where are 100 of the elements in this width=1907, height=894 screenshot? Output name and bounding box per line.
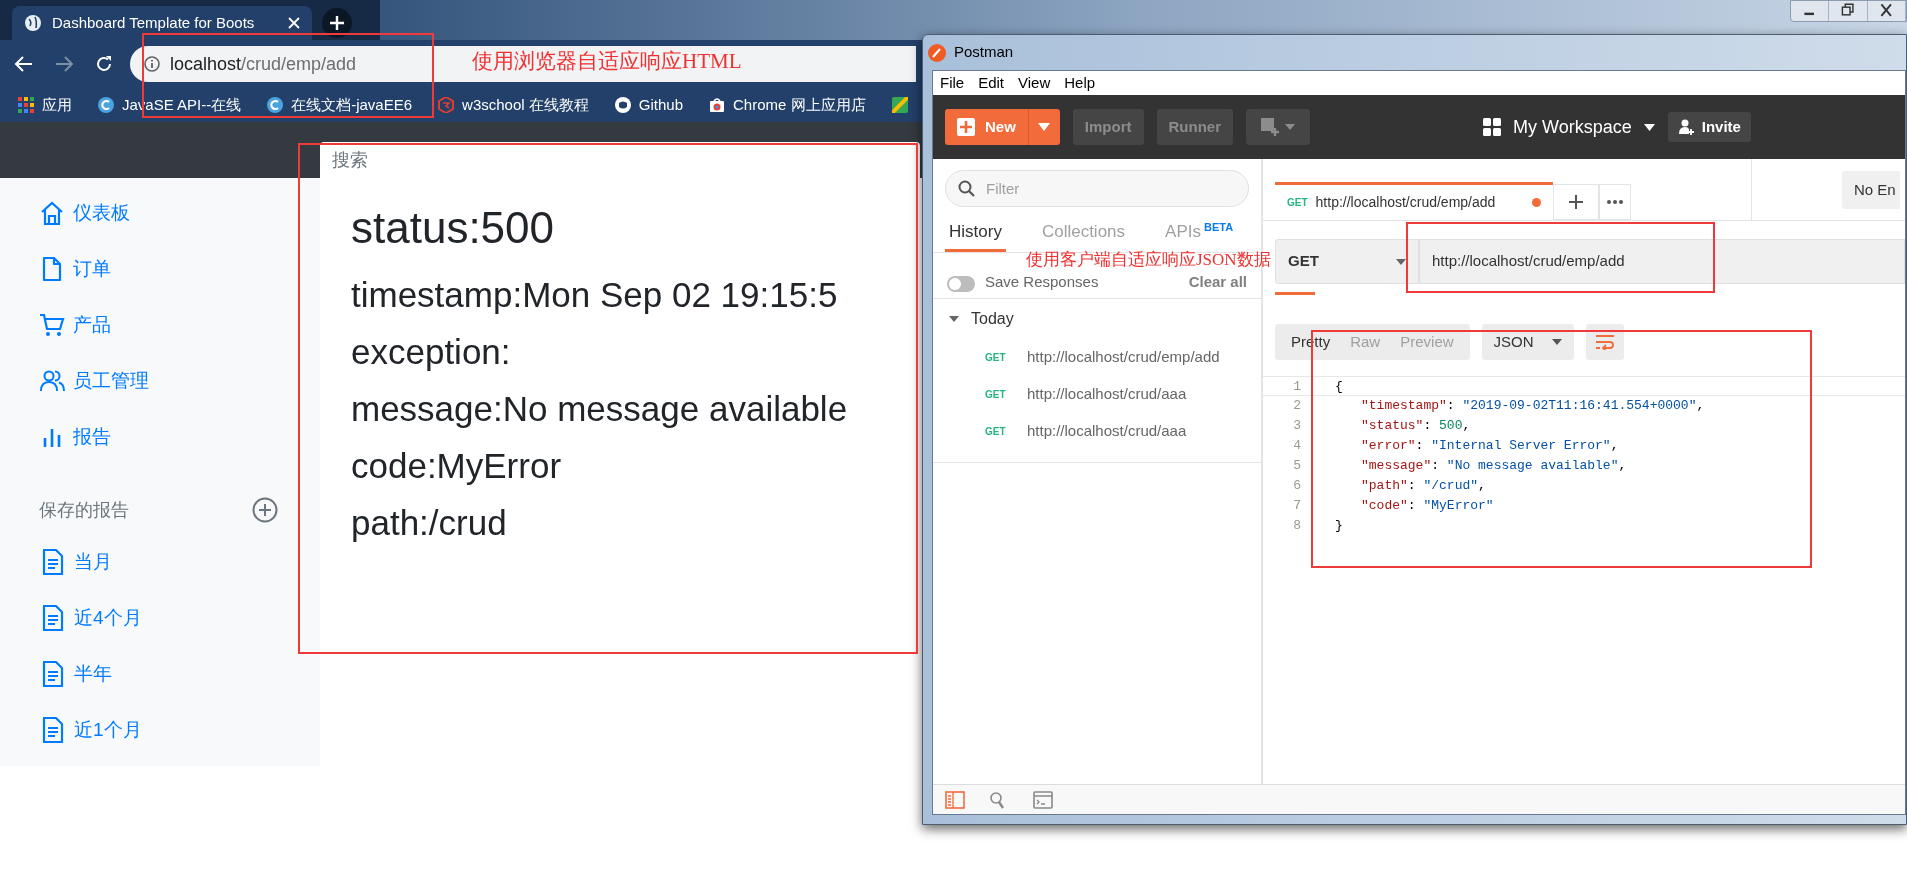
tab-title: Dashboard Template for Boots xyxy=(52,12,256,33)
search-field[interactable]: 搜索 xyxy=(320,142,920,178)
error-detail: exception: xyxy=(351,331,511,373)
window-title: Postman xyxy=(954,42,1014,63)
sidebar-link[interactable]: 近4个月 xyxy=(0,590,320,646)
menu-item[interactable]: View xyxy=(1018,71,1051,95)
console-icon[interactable] xyxy=(1033,790,1053,809)
sidebar-link[interactable]: 当月 xyxy=(0,534,320,590)
active-tab-indicator xyxy=(1275,292,1315,295)
method-dropdown[interactable]: GET xyxy=(1275,239,1419,284)
bookmark-link[interactable]: Chrome 网上应用店 xyxy=(709,93,866,117)
clear-all-link[interactable]: Clear all xyxy=(1188,270,1247,293)
new-tab-button[interactable] xyxy=(322,8,352,38)
menu-item[interactable]: File xyxy=(940,71,965,95)
bookmark-link[interactable]: 在线文档-javaEE6 xyxy=(267,93,413,117)
new-window-button[interactable] xyxy=(1246,109,1310,145)
code-line: "path": "/crud", xyxy=(1360,477,1486,495)
add-tab-button[interactable] xyxy=(1553,184,1599,220)
sidebar-link[interactable]: 半年 xyxy=(0,646,320,702)
toggle-label: Save Responses xyxy=(985,271,1099,292)
globe-icon xyxy=(24,14,42,32)
history-item[interactable]: GET http://localhost/crud/emp/add xyxy=(933,339,1261,376)
sidebar-tab[interactable]: APIs $^{BETA}$ xyxy=(1161,214,1238,252)
plus-square-icon xyxy=(957,118,975,136)
filter-field[interactable]: Filter xyxy=(945,170,1249,207)
people-icon xyxy=(39,368,65,394)
error-detail: message:No message available xyxy=(351,388,848,430)
apps-grid-icon xyxy=(18,97,34,113)
history-item[interactable]: GET http://localhost/crud/aaa xyxy=(933,413,1261,450)
postman-logo-icon xyxy=(928,43,946,62)
history-group-header[interactable]: Today xyxy=(933,299,1261,339)
caret-down-icon xyxy=(949,314,959,324)
line-number: 3 xyxy=(1292,417,1302,435)
section-heading: 保存的报告 xyxy=(39,498,129,522)
info-icon xyxy=(144,56,160,72)
c-logo-icon xyxy=(98,97,114,113)
sidebar-toggle-icon[interactable] xyxy=(945,790,965,809)
invite-button[interactable]: Invite xyxy=(1667,112,1751,142)
history-item[interactable]: GET http://localhost/crud/aaa xyxy=(933,376,1261,413)
line-number: 2 xyxy=(1292,397,1302,415)
menu-item[interactable]: Edit xyxy=(978,71,1005,95)
code-line: "code": "MyError" xyxy=(1360,497,1494,515)
more-icon xyxy=(1607,200,1623,204)
error-heading: status:500 xyxy=(351,202,555,254)
back-icon[interactable] xyxy=(14,54,34,74)
text-document-icon xyxy=(41,605,65,631)
menu-item[interactable]: Help xyxy=(1064,71,1096,95)
add-user-icon xyxy=(1677,119,1694,135)
workspace-switcher[interactable]: My Workspace xyxy=(1483,113,1655,141)
format-dropdown[interactable]: JSON xyxy=(1481,324,1574,360)
caret-down-icon xyxy=(1551,339,1562,345)
sidebar-link[interactable]: 订单 xyxy=(0,241,320,297)
bookmark-link[interactable]: w3school 在线教程 xyxy=(438,93,589,117)
bookmark-link[interactable]: Github xyxy=(614,93,683,117)
bookmark-link[interactable]: 应用 xyxy=(18,93,72,117)
grid-icon xyxy=(1483,118,1501,136)
line-number: 5 xyxy=(1292,457,1302,475)
sidebar-link[interactable]: 仪表板 xyxy=(0,185,320,241)
text-document-icon xyxy=(41,717,65,743)
url-field[interactable]: http://localhost/crud/emp/add xyxy=(1419,239,1905,284)
line-number: 7 xyxy=(1292,497,1302,515)
code-line: { xyxy=(1334,378,1343,395)
close-icon[interactable] xyxy=(288,17,300,29)
sidebar-link[interactable]: 近1个月 xyxy=(0,702,320,758)
reload-icon[interactable] xyxy=(94,54,114,74)
map-icon xyxy=(891,97,908,113)
code-line: "message": "No message available", xyxy=(1360,457,1627,475)
code-line: "error": "Internal Server Error", xyxy=(1360,437,1619,455)
caret-down-icon xyxy=(1285,124,1295,130)
window-plus-icon xyxy=(1261,118,1279,136)
hexagon-logo-icon xyxy=(438,97,455,113)
add-circle-icon[interactable] xyxy=(252,497,278,523)
code-line: "timestamp": "2019-09-02T11:16:41.554+0000", xyxy=(1360,397,1705,415)
code-line: } xyxy=(1334,517,1343,535)
annotation-text: 使用浏览器自适应响应HTML xyxy=(472,48,742,75)
forward-icon[interactable] xyxy=(54,54,74,74)
line-number: 8 xyxy=(1292,517,1302,535)
url-text: localhost/crud/emp/add xyxy=(170,52,357,76)
plus-icon xyxy=(1568,194,1584,210)
browser-tab[interactable]: Dashboard Template for Boots xyxy=(12,6,312,40)
sidebar-link[interactable]: 员工管理 xyxy=(0,353,320,409)
caret-down-icon xyxy=(1396,258,1406,265)
annotation-text: 使用客户端自适应响应JSON数据 xyxy=(1026,250,1271,270)
line-number: 4 xyxy=(1292,437,1302,455)
shopping-cart-icon xyxy=(39,312,65,338)
text-document-icon xyxy=(41,549,65,575)
wrap-icon xyxy=(1594,334,1615,350)
environment-dropdown[interactable]: No En xyxy=(1842,171,1900,209)
line-number: 1 xyxy=(1292,378,1302,395)
plus-icon xyxy=(330,16,344,30)
sidebar-tab[interactable]: History xyxy=(945,214,1006,252)
error-detail: timestamp:Mon Sep 02 19:15:5 xyxy=(351,274,838,316)
sidebar-link[interactable]: 报告 xyxy=(0,409,320,465)
sidebar-link[interactable]: 产品 xyxy=(0,297,320,353)
c-logo-icon xyxy=(267,97,284,113)
toggle-switch[interactable] xyxy=(947,276,975,292)
shopping-bag-icon xyxy=(709,97,725,113)
more-button[interactable] xyxy=(1599,184,1631,220)
wrap-lines-button[interactable] xyxy=(1585,324,1624,360)
line-number: 6 xyxy=(1292,477,1302,495)
